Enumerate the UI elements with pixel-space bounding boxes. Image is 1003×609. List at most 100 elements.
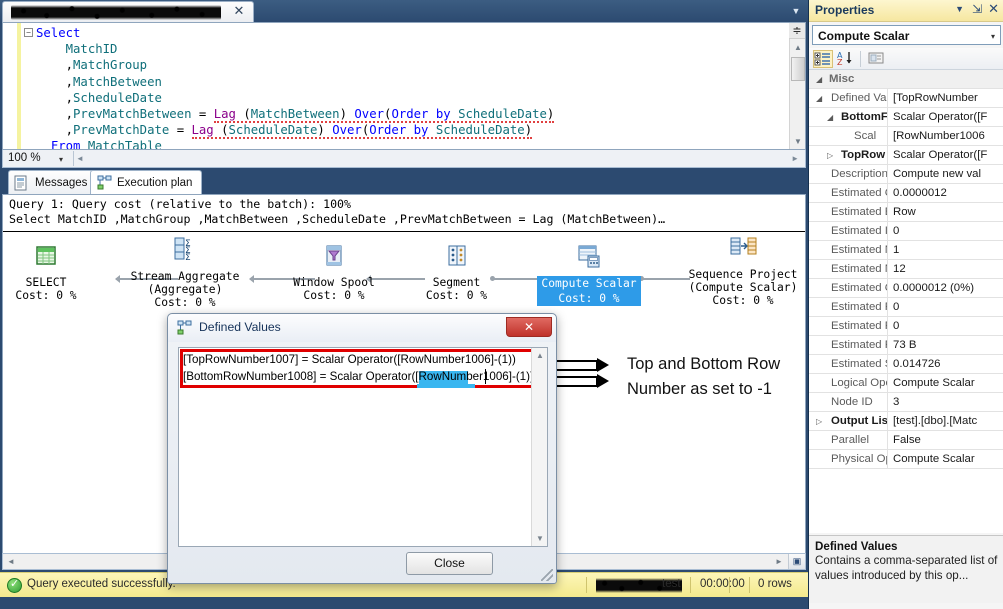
close-icon[interactable]: ✕ bbox=[506, 317, 552, 337]
property-name: Estimated S· bbox=[831, 358, 887, 370]
plan-node-segment[interactable]: Segment Cost: 0 % bbox=[419, 243, 494, 302]
zoom-level-label[interactable]: 100 % bbox=[8, 152, 41, 164]
property-row[interactable]: ◢ Defined Valu [TopRowNumber bbox=[809, 88, 1003, 108]
property-value[interactable]: 0 bbox=[887, 221, 1003, 241]
categorized-icon[interactable] bbox=[813, 50, 833, 68]
plan-zoom-button[interactable]: ▣ bbox=[788, 554, 805, 569]
property-value[interactable]: 0.0000012 (0%) bbox=[887, 278, 1003, 298]
property-value[interactable]: 0.014726 bbox=[887, 354, 1003, 374]
property-row[interactable]: Estimated E» Row bbox=[809, 202, 1003, 222]
scrollbar-thumb[interactable] bbox=[791, 57, 805, 81]
property-value[interactable]: 12 bbox=[887, 259, 1003, 279]
plan-node-sequence-project[interactable]: Sequence Project (Compute Scalar) Cost: … bbox=[683, 235, 803, 308]
property-row[interactable]: ◢ BottomF Scalar Operator([F bbox=[809, 107, 1003, 127]
property-row[interactable]: Estimated I/ 0 bbox=[809, 221, 1003, 241]
scroll-up-icon[interactable]: ▲ bbox=[532, 348, 548, 363]
tab-messages[interactable]: Messages bbox=[8, 170, 98, 194]
chevron-down-icon[interactable]: ▼ bbox=[955, 4, 964, 14]
property-row[interactable]: ▷ Output List [test].[dbo].[Matc bbox=[809, 411, 1003, 431]
divider bbox=[749, 577, 750, 593]
svg-text:Σ: Σ bbox=[185, 253, 191, 263]
property-row[interactable]: Node ID 3 bbox=[809, 392, 1003, 412]
property-value[interactable]: 1 bbox=[887, 240, 1003, 260]
property-row[interactable]: Estimated S· 0.014726 bbox=[809, 354, 1003, 374]
expander-icon[interactable]: ◢ bbox=[827, 114, 835, 122]
plan-node-name: Segment bbox=[432, 276, 481, 289]
chevron-down-icon[interactable]: ▼ bbox=[790, 5, 802, 17]
property-row[interactable]: Estimated R· 73 B bbox=[809, 335, 1003, 355]
property-value[interactable]: 0.0000012 bbox=[887, 183, 1003, 203]
property-value[interactable]: Scalar Operator([F bbox=[887, 145, 1003, 165]
property-value[interactable]: Scalar Operator([F bbox=[887, 107, 1003, 127]
property-row[interactable]: Estimated O 0.0000012 (0%) bbox=[809, 278, 1003, 298]
split-editor-grip[interactable]: ≑ bbox=[789, 23, 805, 39]
property-value[interactable]: [TopRowNumber bbox=[887, 88, 1003, 108]
chevron-down-icon[interactable]: ▾ bbox=[991, 32, 995, 41]
property-row[interactable]: Description Compute new val bbox=[809, 164, 1003, 184]
expander-icon[interactable]: ▷ bbox=[816, 418, 824, 426]
scroll-right-icon[interactable]: ► bbox=[791, 154, 799, 163]
property-value[interactable]: 73 B bbox=[887, 335, 1003, 355]
close-icon[interactable]: ✕ bbox=[988, 2, 999, 17]
expander-icon[interactable]: ◢ bbox=[816, 95, 824, 103]
property-row[interactable]: Physical Op· Compute Scalar bbox=[809, 449, 1003, 469]
properties-grid[interactable]: ◢ Misc ◢ Defined Valu [TopRowNumber ◢ Bo… bbox=[809, 70, 1003, 533]
property-value[interactable]: Compute Scalar bbox=[887, 373, 1003, 393]
property-value[interactable]: 0 bbox=[887, 316, 1003, 336]
scroll-down-icon[interactable]: ▼ bbox=[532, 531, 548, 546]
property-value[interactable]: 3 bbox=[887, 392, 1003, 412]
collapse-region-toggle[interactable]: − bbox=[24, 28, 33, 37]
expander-icon[interactable]: ▷ bbox=[827, 152, 835, 160]
property-value[interactable]: 0 bbox=[887, 297, 1003, 317]
property-value[interactable]: Compute Scalar bbox=[887, 449, 1003, 469]
property-row[interactable]: Estimated C 0.0000012 bbox=[809, 183, 1003, 203]
scroll-right-icon[interactable]: ► bbox=[771, 554, 787, 569]
scroll-up-icon[interactable]: ▲ bbox=[790, 40, 805, 55]
divider bbox=[3, 231, 805, 232]
defined-values-textarea[interactable]: [TopRowNumber1007] = Scalar Operator([Ro… bbox=[178, 347, 548, 547]
property-value[interactable]: Compute new val bbox=[887, 164, 1003, 184]
annotation-text: Top and Bottom Row Number as set to -1 bbox=[627, 355, 781, 398]
defined-values-dialog[interactable]: Defined Values ✕ [TopRowNumber1007] = Sc… bbox=[167, 313, 557, 584]
scroll-left-icon[interactable]: ◄ bbox=[3, 554, 19, 569]
close-icon[interactable]: ✕ bbox=[232, 5, 246, 19]
property-row[interactable]: Estimated R· 0 bbox=[809, 316, 1003, 336]
property-row[interactable]: ▷ TopRow Scalar Operator([F bbox=[809, 145, 1003, 165]
dialog-vertical-scrollbar[interactable]: ▲ ▼ bbox=[531, 348, 547, 546]
scroll-down-icon[interactable]: ▼ bbox=[790, 134, 805, 149]
plan-node-compute-scalar[interactable]: Compute Scalar Cost: 0 % bbox=[537, 243, 641, 307]
tab-execution-plan[interactable]: Execution plan bbox=[90, 170, 203, 194]
property-row[interactable]: Estimated R· 0 bbox=[809, 297, 1003, 317]
property-name: Parallel bbox=[831, 434, 869, 446]
property-pages-icon[interactable] bbox=[867, 50, 887, 68]
sql-code-editor[interactable]: − Select MatchID ,MatchGroup ,MatchBetwe… bbox=[2, 22, 806, 150]
property-value[interactable]: [test].[dbo].[Matc bbox=[887, 411, 1003, 431]
chevron-down-icon[interactable]: ▾ bbox=[59, 156, 68, 164]
property-value[interactable]: [RowNumber1006 bbox=[887, 126, 1003, 146]
property-row[interactable]: Scal [RowNumber1006 bbox=[809, 126, 1003, 146]
property-row[interactable]: Estimated N 1 bbox=[809, 240, 1003, 260]
status-message: Query executed successfully. bbox=[27, 578, 176, 590]
plan-header: Query 1: Query cost (relative to the bat… bbox=[9, 197, 665, 227]
expander-icon[interactable]: ◢ bbox=[816, 76, 824, 84]
properties-panel: Properties ▼ ⇲ ✕ Compute Scalar ▾ A Z ◢ … bbox=[808, 0, 1003, 609]
scroll-left-icon[interactable]: ◄ bbox=[76, 154, 84, 163]
editor-vertical-scrollbar[interactable]: ≑ ▲ ▼ bbox=[789, 23, 805, 149]
property-value[interactable]: Row bbox=[887, 202, 1003, 222]
resize-grip[interactable] bbox=[541, 569, 553, 581]
plan-node-select[interactable]: SELECT Cost: 0 % bbox=[7, 243, 85, 302]
svg-text:Z: Z bbox=[837, 58, 843, 66]
plan-node-stream-aggregate[interactable]: Σ Σ Σ Stream Aggregate (Aggregate) Cost:… bbox=[121, 235, 249, 310]
plan-node-window-spool[interactable]: Window Spool Cost: 0 % bbox=[286, 243, 382, 302]
property-value[interactable]: False bbox=[887, 430, 1003, 450]
sort-alpha-icon[interactable]: A Z bbox=[837, 50, 857, 68]
properties-object-select[interactable]: Compute Scalar ▾ bbox=[812, 25, 1001, 45]
property-row[interactable]: Estimated N 12 bbox=[809, 259, 1003, 279]
pin-icon[interactable]: ⇲ bbox=[972, 2, 982, 16]
document-tab[interactable]: ✕ bbox=[2, 1, 254, 22]
property-row[interactable]: Parallel False bbox=[809, 430, 1003, 450]
property-row[interactable]: ◢ Misc bbox=[809, 70, 1003, 89]
close-button[interactable]: Close bbox=[406, 552, 493, 575]
property-row[interactable]: Logical Ope Compute Scalar bbox=[809, 373, 1003, 393]
property-name: TopRow bbox=[841, 149, 886, 161]
